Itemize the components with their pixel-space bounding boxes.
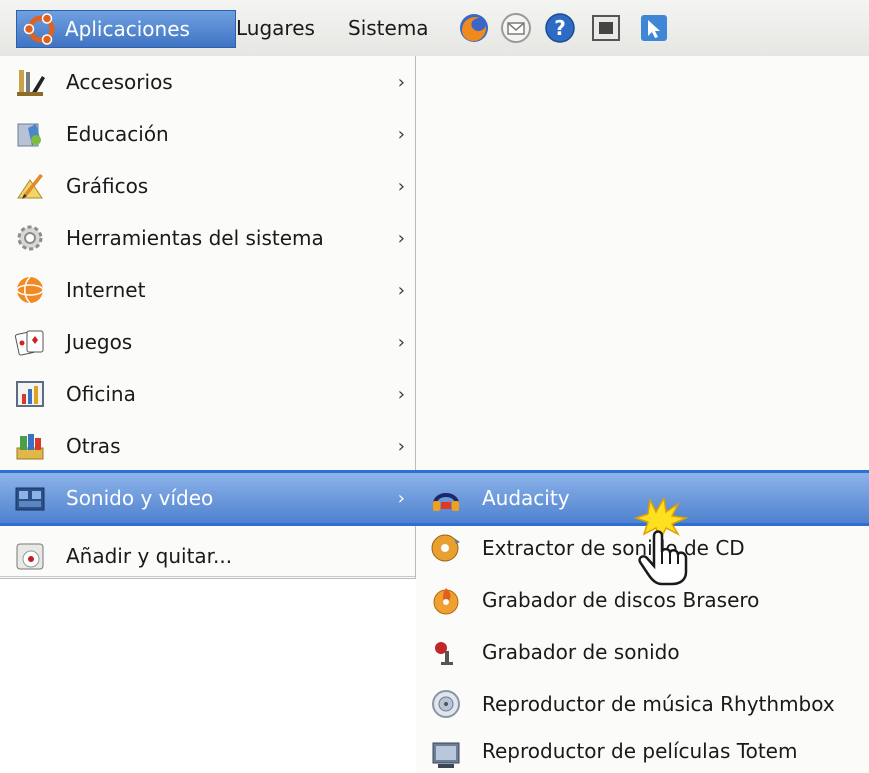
chevron-right-icon: › — [397, 435, 405, 457]
menu-item-label: Educación — [66, 122, 169, 146]
submenu-item-label: Grabador de sonido — [482, 640, 680, 664]
submenu-item-label: Reproductor de música Rhythmbox — [482, 692, 835, 716]
submenu-item-label: Audacity — [482, 486, 570, 510]
firefox-icon[interactable] — [458, 12, 490, 44]
education-icon — [17, 123, 41, 147]
audacity-icon — [433, 493, 459, 511]
menu-item-other[interactable]: Otras › — [0, 420, 415, 472]
menu-item-label: Añadir y quitar... — [66, 544, 233, 568]
graphics-icon — [17, 174, 43, 199]
menu-item-education[interactable]: Educación › — [0, 108, 415, 160]
chevron-right-icon: › — [397, 175, 405, 197]
submenu-item-label: Grabador de discos Brasero — [482, 588, 760, 612]
menu-item-label: Gráficos — [66, 174, 149, 198]
chevron-right-icon: › — [397, 487, 405, 509]
chevron-right-icon: › — [397, 279, 405, 301]
cursor-app-icon[interactable] — [638, 12, 670, 44]
chevron-right-icon: › — [397, 331, 405, 353]
sound-video-icon — [15, 487, 45, 511]
accessories-icon — [17, 70, 45, 96]
games-icon — [14, 330, 44, 356]
svg-text:?: ? — [554, 16, 566, 40]
menu-item-sound-video[interactable]: Sonido y vídeo › — [0, 472, 415, 524]
menu-item-label: Accesorios — [66, 70, 173, 94]
chevron-right-icon: › — [397, 123, 405, 145]
mail-icon[interactable] — [500, 12, 532, 44]
chevron-right-icon: › — [397, 71, 405, 93]
menu-item-label: Internet — [66, 278, 146, 302]
system-tools-icon — [17, 225, 43, 251]
menu-item-accessories[interactable]: Accesorios › — [0, 56, 415, 108]
rhythmbox-icon — [432, 690, 460, 718]
other-icon — [16, 434, 44, 460]
system-menu-label: Sistema — [348, 16, 429, 40]
submenu-item-rhythmbox[interactable]: Reproductor de música Rhythmbox — [416, 678, 869, 730]
menu-item-label: Otras — [66, 434, 121, 458]
applications-menu-label: Aplicaciones — [65, 17, 190, 41]
chevron-right-icon: › — [397, 383, 405, 405]
places-menu[interactable]: Lugares — [228, 10, 340, 46]
applications-menu[interactable]: Aplicaciones — [16, 10, 236, 48]
hand-cursor-icon — [633, 498, 689, 586]
places-menu-label: Lugares — [236, 16, 315, 40]
submenu-item-label: Reproductor de películas Totem — [482, 738, 798, 763]
add-remove-icon — [16, 543, 44, 570]
menu-item-graphics[interactable]: Gráficos › — [0, 160, 415, 212]
menu-item-label: Herramientas del sistema — [66, 226, 324, 250]
system-menu[interactable]: Sistema — [340, 10, 460, 46]
top-panel: Aplicaciones Lugares Sistema ? — [0, 0, 869, 57]
submenu-item-label: Extractor de sonido de CD — [482, 536, 745, 560]
menu-item-label: Juegos — [66, 330, 133, 354]
submenu-item-sound-recorder[interactable]: Grabador de sonido — [416, 626, 869, 678]
ubuntu-logo-icon — [23, 13, 55, 45]
help-icon[interactable]: ? — [544, 12, 576, 44]
cd-extractor-icon — [431, 534, 460, 562]
menu-item-office[interactable]: Oficina › — [0, 368, 415, 420]
menu-item-label: Oficina — [66, 382, 136, 406]
totem-icon — [432, 742, 460, 768]
menu-item-games[interactable]: Juegos › — [0, 316, 415, 368]
menu-item-internet[interactable]: Internet › — [0, 264, 415, 316]
menu-item-label: Sonido y vídeo — [66, 486, 214, 510]
chevron-right-icon: › — [397, 227, 405, 249]
office-icon — [16, 381, 44, 407]
menu-item-add-remove[interactable]: Añadir y quitar... — [0, 530, 415, 582]
submenu-item-totem[interactable]: Reproductor de películas Totem — [416, 728, 869, 773]
microphone-icon — [435, 642, 453, 665]
screenshot-icon[interactable] — [590, 12, 622, 44]
internet-icon — [16, 276, 44, 304]
menu-item-system-tools[interactable]: Herramientas del sistema › — [0, 212, 415, 264]
brasero-icon — [433, 588, 459, 615]
